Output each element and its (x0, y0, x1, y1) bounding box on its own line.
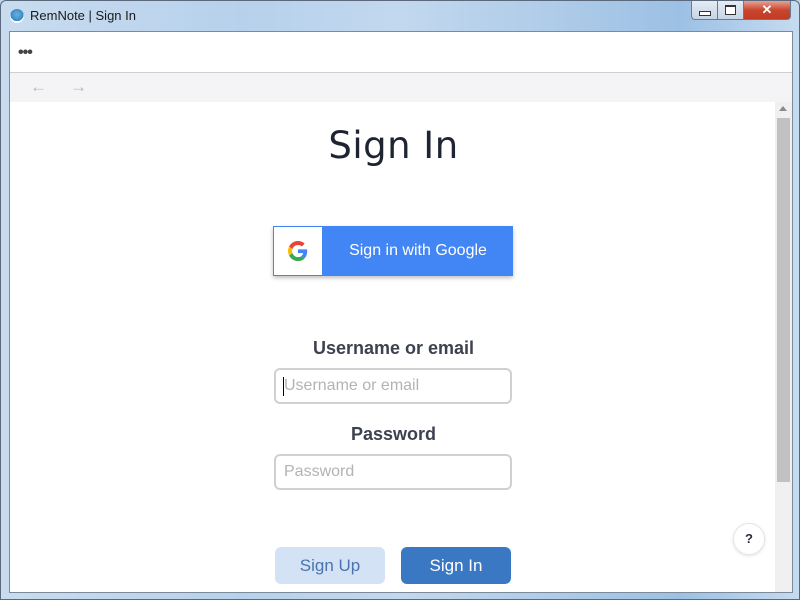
navigation-bar: ← → (10, 73, 792, 102)
username-label: Username or email (312, 338, 475, 358)
page-title: Sign In (328, 124, 459, 167)
minimize-button[interactable] (691, 1, 718, 20)
username-input[interactable] (274, 368, 512, 404)
password-label: Password (350, 424, 437, 444)
google-logo-box (274, 227, 322, 275)
window-title: RemNote | Sign In (30, 8, 136, 23)
google-button-label: Sign in with Google (349, 242, 487, 259)
help-button[interactable]: ? (733, 523, 765, 555)
maximize-icon (725, 5, 736, 15)
google-sign-in-button[interactable]: Sign in with Google (273, 226, 513, 276)
minimize-icon (698, 10, 711, 16)
sign-in-button[interactable]: Sign In (401, 547, 511, 584)
forward-arrow-icon[interactable]: → (70, 77, 87, 97)
maximize-button[interactable] (718, 1, 744, 20)
title-bar[interactable]: RemNote | Sign In ✕ (1, 1, 799, 31)
password-input[interactable] (274, 454, 512, 490)
vertical-scrollbar[interactable] (775, 102, 792, 592)
text-cursor (283, 377, 284, 396)
sign-up-button[interactable]: Sign Up (275, 547, 385, 584)
sign-in-page: Sign In Sign in with Google Username or … (10, 102, 777, 592)
back-arrow-icon[interactable]: ← (30, 77, 47, 97)
more-options-menu-button[interactable]: ••• (18, 44, 33, 62)
google-g-icon (288, 241, 308, 261)
remnote-logo-icon (10, 9, 24, 23)
window-controls: ✕ (691, 1, 791, 21)
app-window: RemNote | Sign In ✕ ••• ← → Sign In Sign… (0, 0, 800, 600)
scrollbar-thumb[interactable] (777, 118, 790, 482)
close-icon: ✕ (761, 2, 773, 17)
close-button[interactable]: ✕ (744, 1, 791, 20)
menu-bar: ••• (10, 32, 792, 73)
client-area: ••• ← → Sign In Sign in with Google User… (9, 31, 793, 593)
scroll-up-arrow-icon[interactable] (779, 106, 787, 111)
